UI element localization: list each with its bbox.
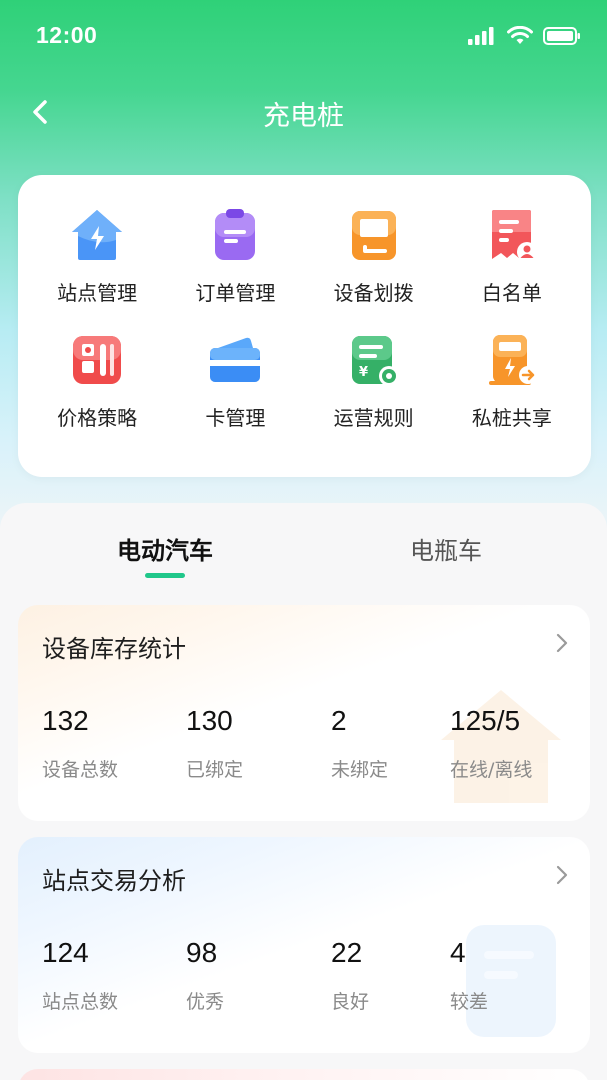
- stat-label: 良好: [331, 991, 370, 1013]
- order-clipboard-icon: [205, 205, 265, 265]
- menu-item-operation-rules[interactable]: ¥ 运营规则: [305, 330, 443, 431]
- menu-label: 运营规则: [333, 406, 414, 430]
- menu-label: 设备划拨: [333, 281, 414, 305]
- vehicle-type-tabs: 电动汽车 电瓶车: [0, 503, 607, 593]
- inventory-stats-card[interactable]: 设备库存统计 132 设备总数 130 已绑定 2 未绑定 125/5 在线/离…: [18, 605, 590, 821]
- function-menu-card: 站点管理 订单管理 设备划拨 白名单 价格策略 卡管理 ¥ 运营规则 私桩共享: [18, 175, 591, 477]
- menu-label: 价格策略: [57, 406, 138, 430]
- card-icon: [205, 330, 265, 390]
- wifi-icon: [507, 26, 533, 44]
- next-card-peek[interactable]: [18, 1069, 590, 1080]
- device-transfer-icon: [344, 205, 404, 265]
- stat-value: 132: [42, 705, 89, 736]
- menu-item-private-pile-share[interactable]: 私桩共享: [443, 330, 581, 431]
- stat-value: 130: [186, 705, 233, 736]
- menu-label: 私桩共享: [471, 406, 552, 430]
- stat-online-offline: 125/5 在线/离线: [450, 705, 532, 782]
- station-house-icon: [67, 205, 127, 265]
- stat-excellent: 98 优秀: [186, 937, 224, 1014]
- status-time: 12:00: [36, 22, 98, 48]
- svg-text:¥: ¥: [359, 365, 368, 380]
- menu-label: 站点管理: [57, 281, 138, 305]
- page-title: 充电桩: [263, 101, 344, 132]
- transaction-analysis-card[interactable]: 站点交易分析 124 站点总数 98 优秀 22 良好 4 较差: [18, 837, 590, 1053]
- status-icons: [467, 24, 581, 48]
- navigation-bar: 充电桩: [0, 80, 607, 144]
- stat-total-stations: 124 站点总数: [42, 937, 118, 1014]
- stat-value: 125/5: [450, 705, 521, 736]
- signal-icon: [468, 27, 494, 45]
- tab-electric-bike[interactable]: 电瓶车: [346, 531, 546, 566]
- menu-label: 卡管理: [205, 406, 266, 430]
- whitelist-icon: [482, 205, 542, 265]
- tab-electric-car[interactable]: 电动汽车: [65, 531, 265, 566]
- menu-item-station-management[interactable]: 站点管理: [28, 205, 166, 306]
- menu-item-card-management[interactable]: 卡管理: [166, 330, 304, 431]
- menu-item-order-management[interactable]: 订单管理: [166, 205, 304, 306]
- stat-value: 22: [331, 937, 363, 968]
- menu-label: 白名单: [481, 281, 542, 305]
- stat-label: 较差: [450, 991, 489, 1013]
- card-title: 站点交易分析: [42, 867, 186, 895]
- status-bar: 12:00: [0, 0, 607, 72]
- stat-label: 优秀: [186, 991, 225, 1013]
- menu-label: 订单管理: [195, 281, 276, 305]
- stat-label: 设备总数: [42, 759, 119, 781]
- stat-value: 98: [186, 937, 218, 968]
- private-pile-share-icon: [482, 330, 542, 390]
- price-strategy-icon: [67, 330, 127, 390]
- operation-rule-icon: ¥: [344, 330, 404, 390]
- stat-good: 22 良好: [331, 937, 369, 1014]
- stat-poor: 4 较差: [450, 937, 488, 1014]
- stat-unbound: 2 未绑定: [331, 705, 388, 782]
- chevron-right-icon: [556, 865, 568, 885]
- stat-label: 未绑定: [331, 759, 389, 781]
- menu-item-device-transfer[interactable]: 设备划拨: [305, 205, 443, 306]
- statistics-sheet: 电动汽车 电瓶车 设备库存统计 132 设备总数 130 已绑定 2 未绑定 1…: [0, 503, 607, 1080]
- stat-value: 4: [450, 937, 466, 968]
- active-tab-indicator: [145, 573, 185, 578]
- menu-item-whitelist[interactable]: 白名单: [443, 205, 581, 306]
- stat-bound: 130 已绑定: [186, 705, 243, 782]
- chevron-right-icon: [556, 633, 568, 653]
- stat-total-devices: 132 设备总数: [42, 705, 118, 782]
- card-title: 设备库存统计: [42, 635, 186, 663]
- stat-label: 已绑定: [186, 759, 244, 781]
- function-menu-grid: 站点管理 订单管理 设备划拨 白名单 价格策略 卡管理 ¥ 运营规则 私桩共享: [28, 205, 581, 431]
- stat-label: 在线/离线: [450, 759, 533, 781]
- stat-value: 2: [331, 705, 347, 736]
- stat-value: 124: [42, 937, 89, 968]
- menu-item-price-strategy[interactable]: 价格策略: [28, 330, 166, 431]
- battery-icon: [543, 27, 580, 45]
- stat-label: 站点总数: [42, 991, 119, 1013]
